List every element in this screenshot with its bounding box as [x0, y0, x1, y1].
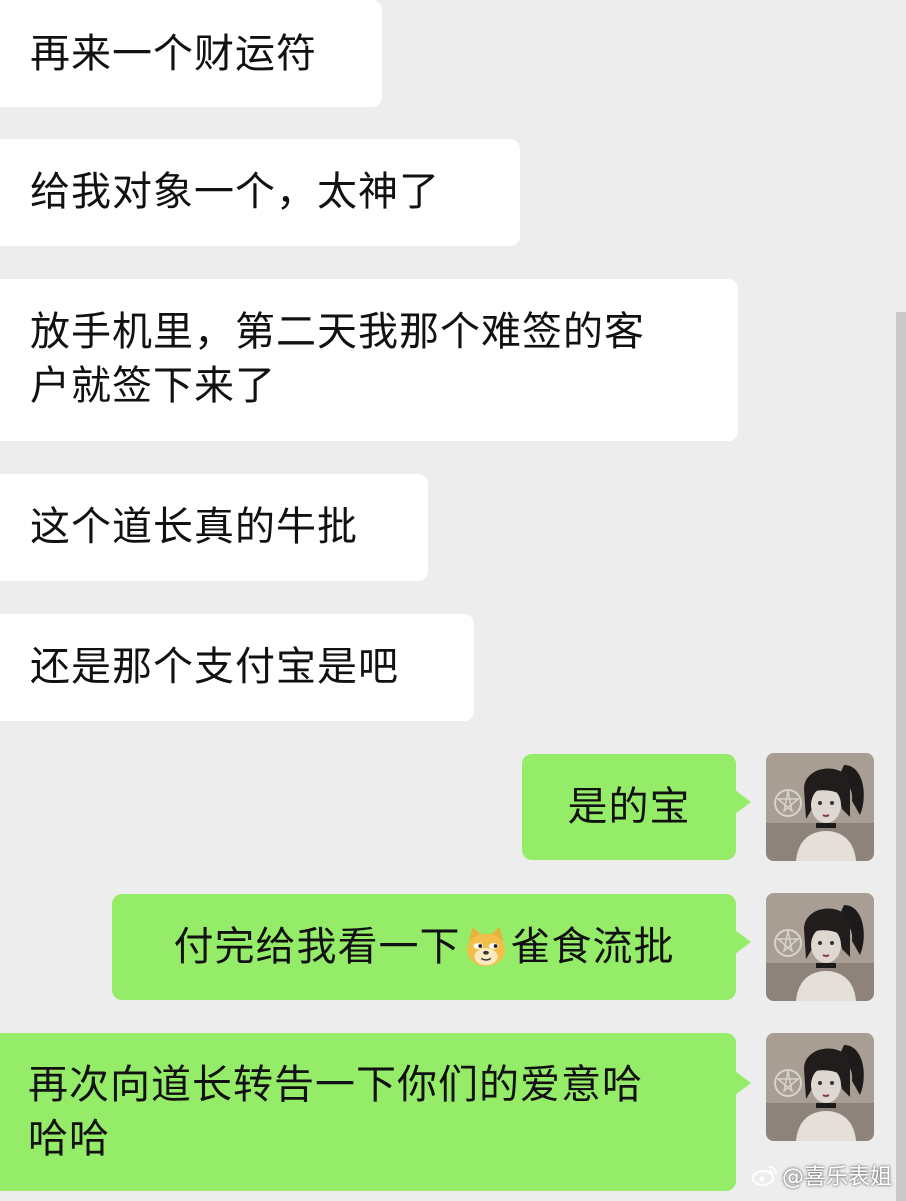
incoming-message[interactable]: 放手机里，第二天我那个难签的客 户就签下来了 — [0, 279, 738, 441]
scrollbar[interactable] — [896, 312, 906, 1201]
user-avatar[interactable] — [766, 893, 874, 1001]
user-avatar[interactable] — [766, 1033, 874, 1141]
outgoing-message[interactable]: 再次向道长转告一下你们的爱意哈 哈哈 — [0, 1033, 751, 1191]
bubble-tail — [735, 930, 751, 954]
bubble-tail — [735, 790, 751, 814]
message-text-line: 再次向道长转告一下你们的爱意哈 — [28, 1062, 643, 1108]
message-text-line: 放手机里，第二天我那个难签的客 — [30, 309, 645, 355]
message-text-part: 付完给我看一下 — [173, 924, 461, 970]
message-text-line: 哈哈 — [28, 1116, 110, 1162]
message-text: 是的宝 — [567, 784, 691, 830]
message-text: 给我对象一个，太神了 — [30, 169, 440, 215]
incoming-message[interactable]: 这个道长真的牛批 — [0, 474, 428, 581]
message-text: 还是那个支付宝是吧 — [30, 644, 399, 690]
avatar-illustration-icon — [766, 753, 874, 861]
message-text: 这个道长真的牛批 — [30, 504, 358, 550]
incoming-message[interactable]: 再来一个财运符 — [0, 0, 382, 107]
outgoing-message[interactable]: 付完给我看一下 雀食流批 — [112, 894, 751, 1000]
message-text-part: 雀食流批 — [510, 924, 675, 970]
incoming-message[interactable]: 还是那个支付宝是吧 — [0, 614, 474, 721]
message-text-line: 户就签下来了 — [30, 363, 276, 409]
message-text: 再来一个财运符 — [30, 31, 317, 77]
doge-emoji-icon — [466, 926, 505, 967]
watermark-text: @喜乐表姐 — [781, 1165, 892, 1190]
chat-window: 再来一个财运符 给我对象一个，太神了 放手机里，第二天我那个难签的客 户就签下来… — [0, 0, 906, 1201]
bubble-tail — [735, 1071, 751, 1095]
avatar-illustration-icon — [766, 1033, 874, 1141]
weibo-icon — [751, 1166, 777, 1186]
avatar-illustration-icon — [766, 893, 874, 1001]
outgoing-message[interactable]: 是的宝 — [522, 754, 751, 860]
user-avatar[interactable] — [766, 753, 874, 861]
watermark: @喜乐表姐 — [751, 1159, 892, 1191]
incoming-message[interactable]: 给我对象一个，太神了 — [0, 139, 520, 246]
